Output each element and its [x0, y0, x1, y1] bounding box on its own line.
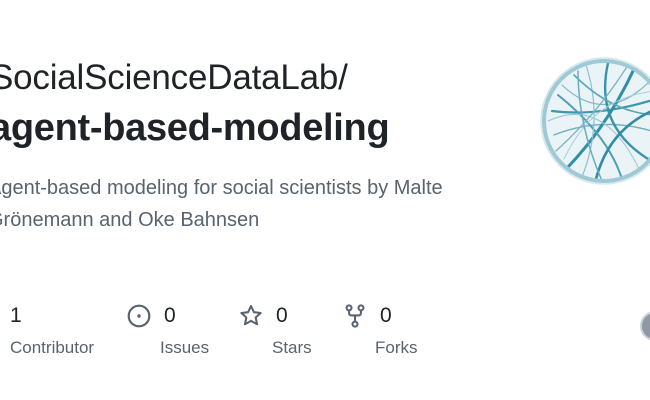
stat-issues[interactable]: 0 Issues [126, 300, 209, 360]
star-icon [238, 303, 264, 329]
repo-owner[interactable]: SocialScienceDataLab/ [0, 56, 348, 100]
contributors-label: Contributor [10, 338, 95, 357]
issue-opened-icon [126, 303, 152, 329]
issues-label: Issues [160, 338, 210, 357]
repo-description: Agent-based modeling for social scientis… [0, 177, 443, 231]
stat-forks[interactable]: 0 Forks [342, 300, 418, 360]
repo-forked-icon [342, 303, 368, 329]
repo-owner-logo[interactable] [538, 55, 650, 187]
repo-social-card: SocialScienceDataLab/ agent-based-modeli… [0, 0, 650, 400]
issues-count: 0 [164, 304, 176, 327]
chord-diagram-logo-icon [540, 57, 650, 185]
forks-label: Forks [375, 338, 418, 357]
contributors-count: 1 [10, 304, 22, 327]
repo-name[interactable]: agent-based-modeling [0, 104, 390, 152]
stars-count: 0 [276, 304, 288, 327]
forks-count: 0 [380, 304, 392, 327]
stat-stars[interactable]: 0 Stars [238, 300, 312, 360]
contributor-avatar[interactable] [640, 311, 650, 341]
stars-label: Stars [272, 338, 312, 357]
stat-contributors[interactable]: 1 Contributor [10, 300, 94, 360]
